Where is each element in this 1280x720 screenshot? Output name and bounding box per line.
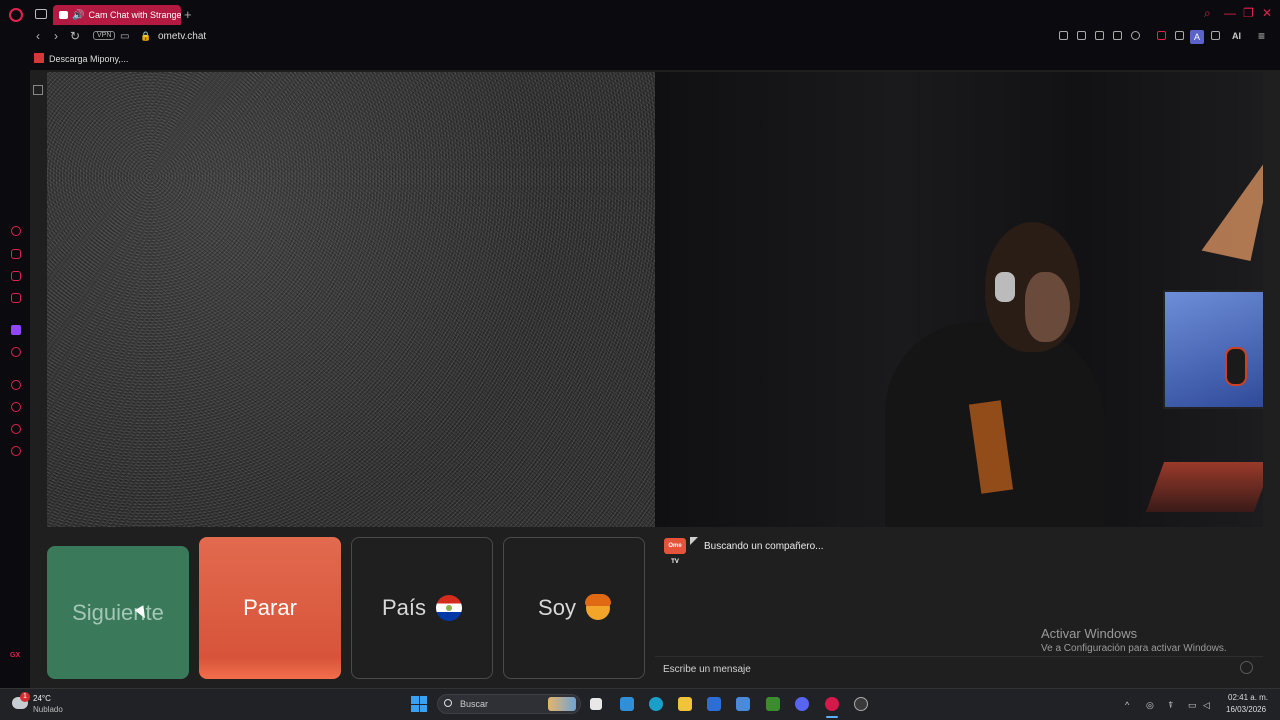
- microphone-tray-icon[interactable]: ⍒: [1168, 700, 1173, 711]
- heart-icon[interactable]: [1131, 31, 1140, 40]
- next-button-label: Siguiente: [72, 599, 164, 625]
- extensions-icon[interactable]: [1175, 31, 1184, 40]
- minecraft-icon[interactable]: [766, 697, 780, 711]
- photos-app-icon[interactable]: [620, 697, 634, 711]
- sidebar-gx-icon[interactable]: GX: [10, 652, 20, 659]
- tray-chevron-icon[interactable]: ^: [1125, 700, 1129, 710]
- tab-cam-chat[interactable]: 🔊 Cam Chat with Strange: [53, 5, 181, 25]
- close-button[interactable]: ✕: [1262, 6, 1272, 20]
- headset-shape: [995, 272, 1015, 302]
- camera-icon[interactable]: ▭: [120, 31, 129, 42]
- male-face-icon: [584, 594, 611, 620]
- menu-icon[interactable]: ≡: [1258, 29, 1265, 43]
- microsoft-store-icon[interactable]: [707, 697, 721, 711]
- opera-gx-taskbar-icon[interactable]: [825, 697, 839, 711]
- browser-titlebar: [0, 0, 1280, 28]
- task-view-icon[interactable]: [590, 698, 602, 710]
- next-button[interactable]: Siguiente: [47, 546, 189, 679]
- clock-time[interactable]: 02:41 a. m.: [1228, 693, 1268, 702]
- edge-browser-icon[interactable]: [649, 697, 663, 711]
- bookmark-add-icon[interactable]: [1059, 31, 1068, 40]
- activate-windows-subtitle: Ve a Configuración para activar Windows.: [1041, 643, 1227, 654]
- tab-title: Cam Chat with Strange: [88, 10, 181, 20]
- ometv-flag-icon: [690, 537, 698, 545]
- snapshot-icon[interactable]: [1077, 31, 1086, 40]
- stop-button-label: Parar: [243, 595, 297, 620]
- forward-icon[interactable]: ›: [54, 29, 58, 43]
- person-face-shape: [1025, 272, 1070, 342]
- sidebar-extensions-icon[interactable]: [11, 424, 21, 434]
- microphone-shape: [1225, 347, 1247, 386]
- windows-start-icon[interactable]: [411, 696, 427, 712]
- back-icon[interactable]: ‹: [36, 29, 40, 43]
- gender-button-label: Soy: [538, 595, 576, 620]
- speaker-icon[interactable]: 🔊: [72, 10, 84, 21]
- sidebar-instagram-icon[interactable]: [11, 271, 21, 281]
- play-icon[interactable]: [1113, 31, 1122, 40]
- outlook-icon[interactable]: [736, 697, 750, 711]
- volume-icon[interactable]: ◁: [1203, 700, 1210, 711]
- new-tab-button[interactable]: +: [184, 7, 192, 22]
- search-icon: [444, 699, 452, 707]
- minimize-button[interactable]: —: [1224, 6, 1236, 20]
- maximize-button[interactable]: ❐: [1243, 6, 1254, 20]
- workspaces-icon[interactable]: [35, 9, 47, 19]
- extension-badge-icon[interactable]: [1157, 31, 1166, 40]
- file-explorer-icon[interactable]: [678, 697, 692, 711]
- country-button[interactable]: País: [351, 537, 493, 679]
- sidebar-history-icon[interactable]: [11, 402, 21, 412]
- bookmarks-bar: [0, 50, 1280, 70]
- lamp-shape: [1201, 138, 1263, 261]
- discord-icon[interactable]: [795, 697, 809, 711]
- windows-taskbar: [0, 688, 1280, 720]
- tab-favicon-icon: [59, 11, 68, 19]
- popout-icon[interactable]: [33, 85, 43, 95]
- gender-button[interactable]: Soy: [503, 537, 645, 679]
- sidebar-twitch-icon[interactable]: [11, 325, 21, 335]
- chat-status: Buscando un compañero...: [704, 541, 824, 552]
- paraguay-flag-icon: [436, 595, 463, 621]
- taskbar-search-label: Buscar: [460, 699, 489, 709]
- monitor-shape: [1163, 290, 1263, 409]
- sidebar-settings-icon[interactable]: [11, 446, 21, 456]
- sidebar-discord-icon[interactable]: [11, 347, 21, 357]
- download-icon[interactable]: [1211, 31, 1220, 40]
- message-input[interactable]: [663, 662, 1223, 676]
- steam-icon[interactable]: [854, 697, 868, 711]
- weather-condition[interactable]: Nublado: [33, 705, 63, 714]
- sidebar-player-icon[interactable]: [11, 380, 21, 390]
- display-icon[interactable]: ▭: [1188, 700, 1197, 711]
- sidebar-ai-icon[interactable]: [11, 226, 21, 236]
- reload-icon[interactable]: ↻: [70, 29, 80, 43]
- active-app-indicator: [826, 716, 838, 718]
- lock-icon[interactable]: 🔒: [140, 31, 151, 42]
- network-status-icon[interactable]: ◎: [1146, 700, 1154, 711]
- stop-button[interactable]: Parar: [199, 537, 341, 679]
- weather-temperature[interactable]: 24°C: [33, 694, 51, 703]
- self-camera-video: [655, 72, 1263, 527]
- profile-avatar[interactable]: A: [1190, 30, 1204, 44]
- emoji-icon[interactable]: [1240, 661, 1253, 674]
- clock-date[interactable]: 16/03/2026: [1226, 705, 1266, 714]
- aria-ai-button[interactable]: AI: [1232, 31, 1241, 41]
- bookmark-favicon-icon: [34, 53, 44, 63]
- sidebar-shop-icon[interactable]: [11, 249, 21, 259]
- browser-sidebar: [0, 70, 30, 688]
- ometv-logo-icon: Ome TV: [664, 538, 686, 565]
- vpn-badge[interactable]: VPN: [93, 31, 116, 40]
- static-noise-overlay: [47, 72, 655, 527]
- bookmark-item[interactable]: Descarga Mipony,...: [49, 54, 128, 64]
- search-tabs-icon[interactable]: ⌕: [1204, 6, 1211, 21]
- adblock-shield-icon[interactable]: [1095, 31, 1104, 40]
- search-highlight-image: [548, 697, 576, 711]
- url-field[interactable]: ometv.chat: [158, 31, 206, 42]
- keyboard-shape: [1145, 462, 1263, 512]
- opera-logo-icon[interactable]: [9, 8, 23, 22]
- country-button-label: País: [381, 595, 427, 620]
- sidebar-messenger-icon[interactable]: [11, 293, 21, 303]
- notification-badge: 1: [20, 692, 30, 702]
- activate-windows-title: Activar Windows: [1041, 626, 1138, 641]
